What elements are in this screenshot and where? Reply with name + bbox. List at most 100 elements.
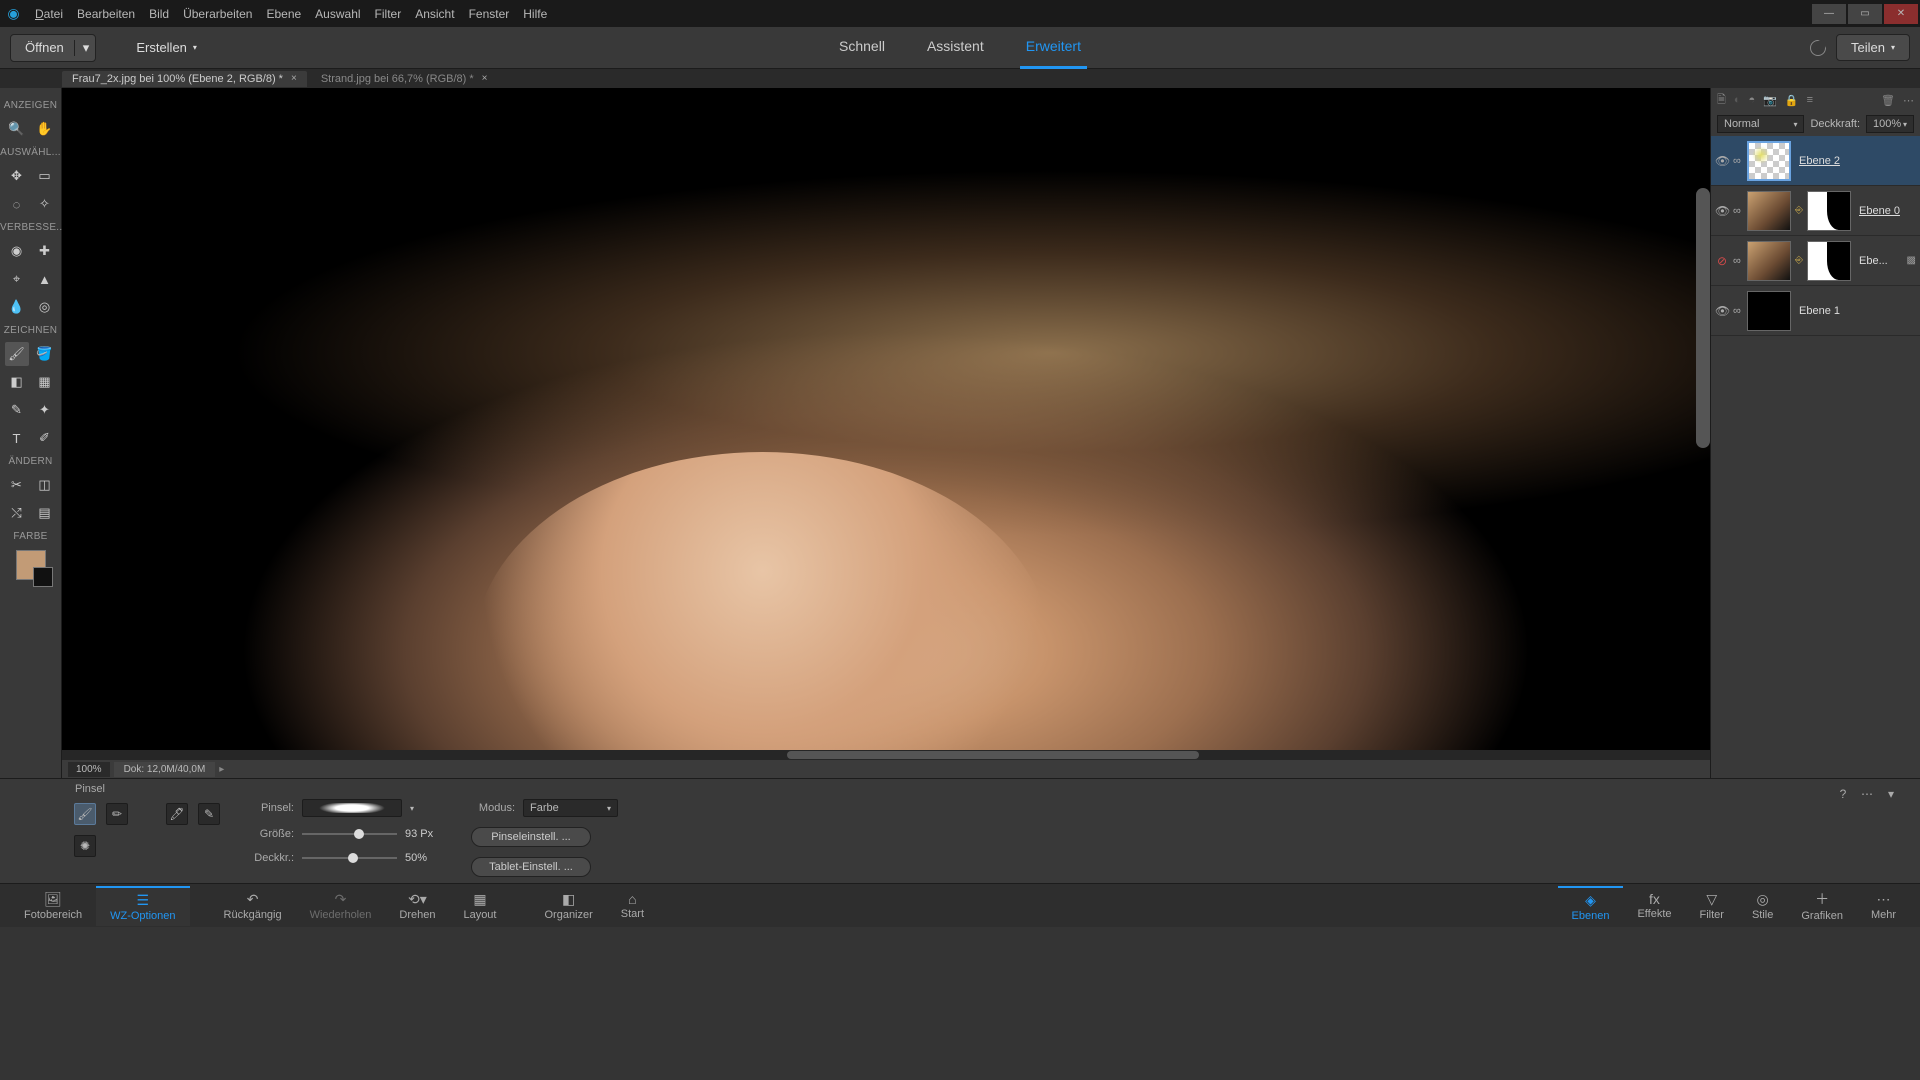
start-button[interactable]: ⌂Start xyxy=(607,886,658,926)
layout-button[interactable]: ▦Layout xyxy=(449,886,510,926)
create-button[interactable]: Erstellen ▾ xyxy=(122,35,211,60)
doc-info[interactable]: Dok: 12,0M/40,0M xyxy=(114,762,216,777)
size-slider[interactable] xyxy=(302,827,397,841)
menu-auswahl[interactable]: Auswahl xyxy=(315,7,360,21)
brush-variant-airbrush[interactable]: ✺ xyxy=(74,835,96,857)
zoom-tool-icon[interactable]: 🔍 xyxy=(5,117,29,141)
menu-bearbeiten[interactable]: Bearbeiten xyxy=(77,7,135,21)
effekte-tab[interactable]: fxEffekte xyxy=(1623,886,1685,926)
open-button[interactable]: Öffnen ▾ xyxy=(10,34,96,62)
bucket-tool-icon[interactable]: 🪣 xyxy=(33,342,57,366)
chevron-down-icon[interactable]: ▾ xyxy=(74,40,90,56)
menu-hilfe[interactable]: Hilfe xyxy=(523,7,547,21)
layer-thumb[interactable] xyxy=(1747,291,1791,331)
clone-tool-icon[interactable]: ⌖ xyxy=(5,267,29,291)
shape-tool-icon[interactable]: ✦ xyxy=(33,398,57,422)
stile-tab[interactable]: ◎Stile xyxy=(1738,886,1787,926)
blend-mode-select[interactable]: Normal▾ xyxy=(1717,115,1804,133)
opacity-value[interactable]: 50% xyxy=(405,852,441,864)
visibility-off-icon[interactable]: ⊘ xyxy=(1715,254,1729,268)
marquee-tool-icon[interactable]: ▭ xyxy=(33,164,57,188)
link-icon[interactable]: ∞ xyxy=(1733,255,1743,267)
crop-tool-icon[interactable]: ✂ xyxy=(5,473,29,497)
close-button[interactable]: ✕ xyxy=(1884,4,1918,24)
sponge-tool-icon[interactable]: ◎ xyxy=(33,295,57,319)
menu-ueberarbeiten[interactable]: Überarbeiten xyxy=(183,7,252,21)
layer-thumb[interactable] xyxy=(1747,241,1791,281)
pencil-tool-icon[interactable]: ✎ xyxy=(5,398,29,422)
tab-assistent[interactable]: Assistent xyxy=(921,26,990,69)
stamp-tool-icon[interactable]: ▲ xyxy=(33,267,57,291)
pen-tool-icon[interactable]: ✐ xyxy=(33,426,57,450)
more-icon[interactable]: ⋯ xyxy=(1903,94,1914,107)
menu-ebene[interactable]: Ebene xyxy=(266,7,301,21)
organizer-button[interactable]: ◧Organizer xyxy=(530,886,606,926)
fx-icon[interactable]: ≡ xyxy=(1807,94,1813,106)
canvas[interactable] xyxy=(62,88,1710,750)
eraser-tool-icon[interactable]: ◧ xyxy=(5,370,29,394)
zoom-level[interactable]: 100% xyxy=(68,762,110,777)
maximize-button[interactable]: ▭ xyxy=(1848,4,1882,24)
brush-variant-impressionist[interactable]: ✏ xyxy=(106,803,128,825)
close-icon[interactable]: × xyxy=(291,73,297,84)
link-icon[interactable]: ∞ xyxy=(1733,305,1743,317)
minimize-button[interactable]: — xyxy=(1812,4,1846,24)
link-icon[interactable]: ∞ xyxy=(1733,205,1743,217)
gradient-tool-icon[interactable]: ▦ xyxy=(33,370,57,394)
more-icon[interactable]: ⋯ xyxy=(1858,785,1876,803)
layer-name[interactable]: Ebene 0 xyxy=(1855,205,1916,217)
layer-thumb[interactable] xyxy=(1747,191,1791,231)
brush-settings-button[interactable]: Pinseleinstell. ... xyxy=(471,827,591,847)
vertical-scrollbar[interactable] xyxy=(1696,188,1710,448)
content-move-tool-icon[interactable]: ▤ xyxy=(33,501,57,525)
lasso-tool-icon[interactable]: ◌ xyxy=(5,192,29,216)
layer-row[interactable]: 👁 ∞ Ebene 1 xyxy=(1711,286,1920,336)
brush-tool-icon[interactable]: 🖌 xyxy=(5,342,29,366)
brush-variant-color-replace[interactable]: 🖊 xyxy=(166,803,188,825)
adjust-layer-icon[interactable]: ◐ xyxy=(1734,94,1741,106)
tablet-settings-button[interactable]: Tablet-Einstell. ... xyxy=(471,857,591,877)
menu-ansicht[interactable]: Ansicht xyxy=(415,7,454,21)
menu-bild[interactable]: Bild xyxy=(149,7,169,21)
hand-tool-icon[interactable]: ✋ xyxy=(33,117,57,141)
layer-mask-thumb[interactable] xyxy=(1807,241,1851,281)
trash-icon[interactable]: 🗑 xyxy=(1881,94,1895,107)
ebenen-tab[interactable]: ◈Ebenen xyxy=(1558,886,1624,926)
opacity-slider[interactable] xyxy=(302,851,397,865)
tab-erweitert[interactable]: Erweitert xyxy=(1020,26,1087,69)
fotobereich-button[interactable]: 🖼Fotobereich xyxy=(10,886,96,926)
tab-schnell[interactable]: Schnell xyxy=(833,26,891,69)
layer-row[interactable]: 👁 ∞ ⎆ Ebene 0 xyxy=(1711,186,1920,236)
wz-optionen-button[interactable]: ☰WZ-Optionen xyxy=(96,886,189,926)
mode-select[interactable]: Farbe▾ xyxy=(523,799,618,817)
color-swatch[interactable] xyxy=(16,550,46,580)
recompose-tool-icon[interactable]: ◫ xyxy=(33,473,57,497)
camera-icon[interactable]: 📷 xyxy=(1763,94,1777,107)
filter-tab[interactable]: ▽Filter xyxy=(1686,886,1738,926)
link-icon[interactable]: ∞ xyxy=(1733,155,1743,167)
blur-tool-icon[interactable]: 💧 xyxy=(5,295,29,319)
spot-heal-tool-icon[interactable]: ✚ xyxy=(33,239,57,263)
menu-filter[interactable]: Filter xyxy=(375,7,402,21)
collapse-icon[interactable]: ▾ xyxy=(1882,785,1900,803)
brush-variant-pencil[interactable]: ✎ xyxy=(198,803,220,825)
undo-button[interactable]: ↶Rückgängig xyxy=(210,886,296,926)
rotate-button[interactable]: ⟲▾Drehen xyxy=(385,886,449,926)
menu-fenster[interactable]: Fenster xyxy=(469,7,510,21)
document-tab[interactable]: Strand.jpg bei 66,7% (RGB/8) *× xyxy=(311,71,498,87)
visibility-icon[interactable]: 👁 xyxy=(1715,204,1729,218)
theme-toggle-icon[interactable] xyxy=(1810,40,1826,56)
layer-name[interactable]: Ebe... xyxy=(1855,255,1903,267)
wand-tool-icon[interactable]: ✧ xyxy=(33,192,57,216)
horizontal-scrollbar[interactable] xyxy=(62,750,1710,760)
layer-mask-thumb[interactable] xyxy=(1807,191,1851,231)
text-tool-icon[interactable]: T xyxy=(5,426,29,450)
layer-name[interactable]: Ebene 2 xyxy=(1795,155,1916,167)
redo-button[interactable]: ↷Wiederholen xyxy=(296,886,386,926)
help-icon[interactable]: ? xyxy=(1834,785,1852,803)
chevron-down-icon[interactable]: ▾ xyxy=(410,804,414,813)
mehr-tab[interactable]: ⋯Mehr xyxy=(1857,886,1910,926)
straighten-tool-icon[interactable]: ⤭ xyxy=(5,501,29,525)
close-icon[interactable]: × xyxy=(482,73,488,84)
grafiken-tab[interactable]: ＋Grafiken xyxy=(1787,886,1857,926)
